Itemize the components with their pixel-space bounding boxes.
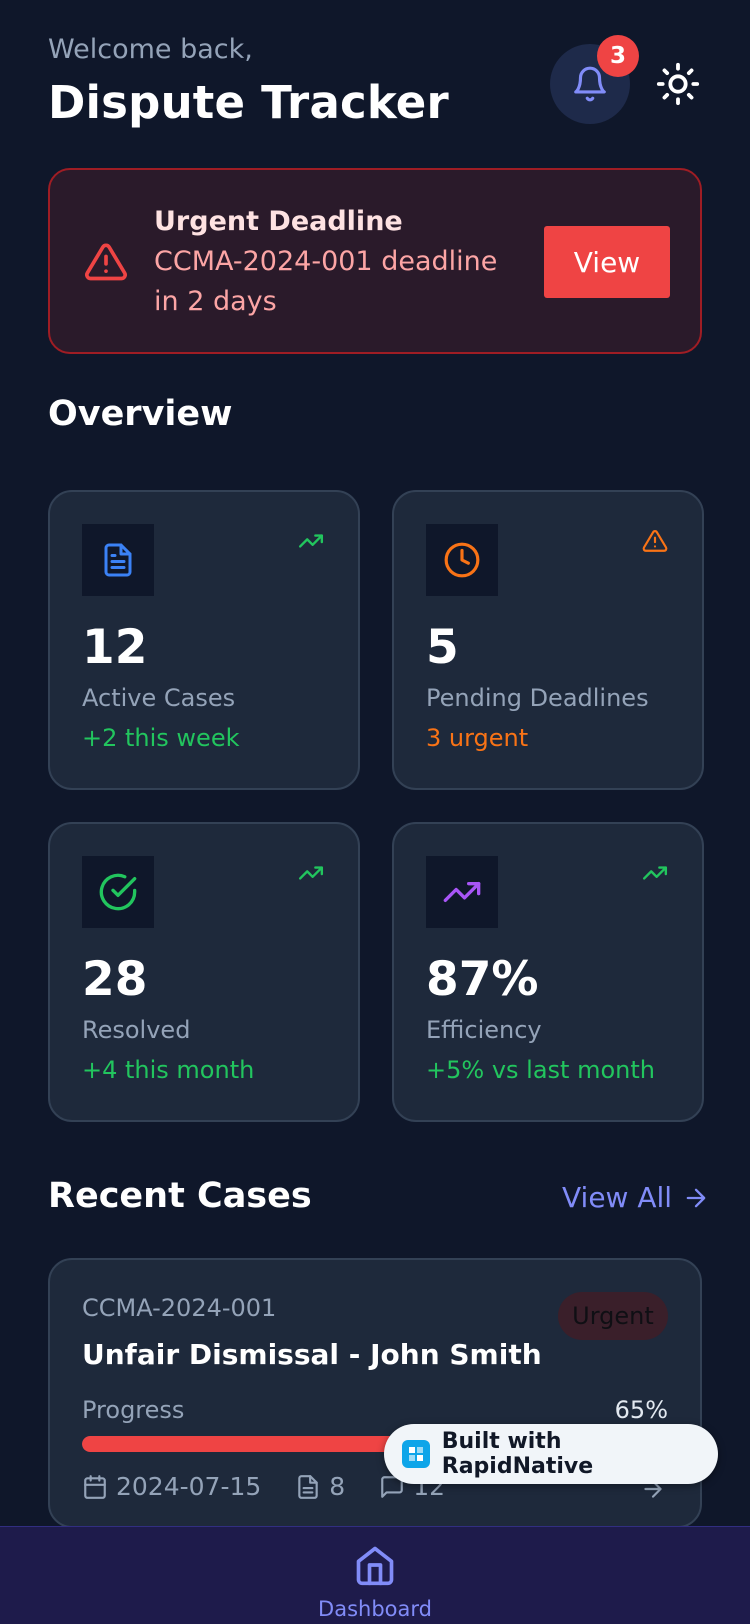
calendar-icon	[84, 1474, 106, 1499]
progress-value: 65%	[614, 1396, 668, 1424]
theme-toggle-button[interactable]	[652, 58, 704, 110]
bottom-nav: Dashboard	[0, 1526, 750, 1624]
case-date: 2024-07-15	[82, 1472, 261, 1501]
warning-triangle-icon	[85, 243, 127, 281]
stat-card-resolved[interactable]: 28 Resolved +4 this month	[48, 822, 360, 1122]
welcome-text: Welcome back,	[48, 34, 253, 65]
case-card[interactable]: CCMA-2024-001 Urgent Unfair Dismissal - …	[48, 1258, 702, 1528]
stat-value: 87%	[426, 952, 539, 1007]
urgent-deadline-alert: Urgent Deadline CCMA-2024-001 deadline i…	[48, 168, 702, 354]
stat-card-efficiency[interactable]: 87% Efficiency +5% vs last month	[392, 822, 704, 1122]
stat-change: +2 this week	[82, 724, 240, 752]
view-all-label: View All	[562, 1181, 673, 1214]
recent-cases-heading: Recent Cases	[48, 1176, 312, 1216]
case-title: Unfair Dismissal - John Smith	[82, 1338, 542, 1371]
clock-icon	[444, 542, 480, 578]
stat-change: +4 this month	[82, 1056, 255, 1084]
stat-card-active-cases[interactable]: 12 Active Cases +2 this week	[48, 490, 360, 790]
case-id: CCMA-2024-001	[82, 1294, 277, 1322]
status-badge: Urgent	[558, 1292, 668, 1340]
stat-icon-box	[426, 856, 498, 928]
overview-heading: Overview	[48, 394, 233, 434]
stat-value: 28	[82, 952, 148, 1007]
built-with-badge[interactable]: Built with RapidNative	[384, 1424, 718, 1484]
check-circle-icon	[99, 873, 137, 911]
stat-icon-box	[426, 524, 498, 596]
nav-item-dashboard[interactable]: Dashboard	[300, 1527, 450, 1624]
stat-label: Efficiency	[426, 1016, 542, 1044]
warning-triangle-icon	[642, 530, 668, 552]
stat-value: 12	[82, 620, 148, 675]
stat-label: Active Cases	[82, 684, 236, 712]
dashboard-screen: Welcome back, Dispute Tracker 3 Urgent D…	[0, 0, 750, 1624]
sun-icon	[656, 62, 700, 106]
document-icon	[104, 543, 132, 577]
stat-label: Resolved	[82, 1016, 191, 1044]
document-icon	[298, 1474, 319, 1499]
built-with-text: Built with RapidNative	[441, 1429, 594, 1479]
stat-label: Pending Deadlines	[426, 684, 649, 712]
alert-message: CCMA-2024-001 deadline in 2 days	[154, 246, 498, 317]
notification-count-badge: 3	[597, 35, 639, 77]
stat-value: 5	[426, 620, 459, 675]
rapidnative-logo-icon	[402, 1440, 430, 1468]
trending-up-icon	[298, 534, 324, 548]
stat-change: 3 urgent	[426, 724, 529, 752]
case-documents: 8	[295, 1472, 345, 1501]
trending-up-icon	[642, 866, 668, 880]
case-documents-count: 8	[329, 1472, 346, 1501]
stat-card-pending-deadlines[interactable]: 5 Pending Deadlines 3 urgent	[392, 490, 704, 790]
stat-icon-box	[82, 856, 154, 928]
view-all-link[interactable]: View All	[562, 1181, 710, 1214]
alert-view-button[interactable]: View	[544, 226, 670, 298]
page-title: Dispute Tracker	[48, 76, 449, 129]
arrow-right-icon	[686, 1188, 706, 1207]
home-icon	[356, 1546, 394, 1586]
progress-label: Progress	[82, 1396, 185, 1424]
alert-title: Urgent Deadline	[154, 206, 403, 237]
nav-label: Dashboard	[318, 1597, 432, 1621]
stat-change: +5% vs last month	[426, 1056, 655, 1084]
stat-icon-box	[82, 524, 154, 596]
case-date-text: 2024-07-15	[116, 1472, 262, 1501]
trending-up-icon	[298, 866, 324, 880]
trending-up-icon	[443, 882, 481, 902]
